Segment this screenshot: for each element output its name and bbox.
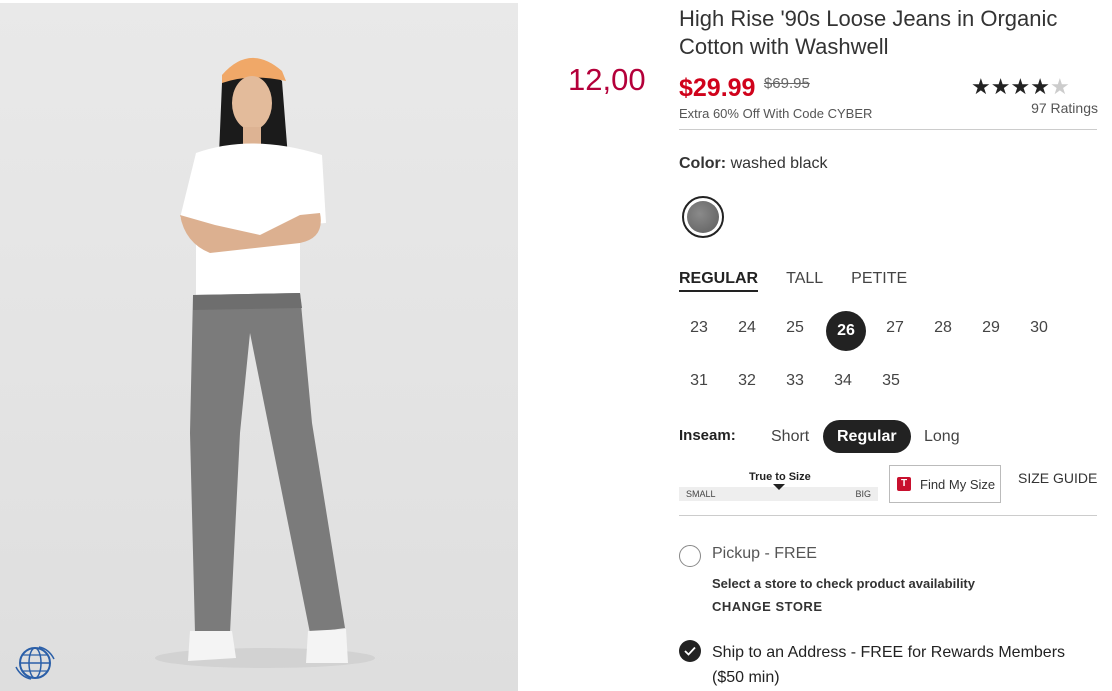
- pickup-radio[interactable]: [679, 545, 701, 567]
- product-title: High Rise '90s Loose Jeans in Organic Co…: [679, 6, 1058, 59]
- size-option[interactable]: 28: [923, 308, 963, 348]
- divider: [679, 129, 1097, 130]
- fit-scale-label: True to Size: [749, 471, 811, 483]
- size-option[interactable]: 35: [871, 361, 911, 401]
- promo-text: Extra 60% Off With Code CYBER: [679, 106, 873, 121]
- tab-regular[interactable]: REGULAR: [679, 270, 759, 292]
- size-option[interactable]: 27: [875, 308, 915, 348]
- color-swatch-washed-black[interactable]: [682, 196, 724, 238]
- star-icon: ★: [1010, 74, 1031, 99]
- sale-price: $29.99: [679, 74, 756, 102]
- fit-scale-min: SMALL: [686, 489, 716, 499]
- globe-icon[interactable]: [13, 643, 57, 683]
- pickup-label[interactable]: Pickup - FREE: [712, 545, 817, 563]
- star-icon: ★: [1030, 74, 1050, 99]
- star-icon: ★: [990, 74, 1011, 99]
- model-illustration: [155, 57, 375, 668]
- price-row: $29.99 $69.95: [679, 74, 810, 103]
- color-label-title: Color:: [679, 155, 727, 172]
- divider: [679, 515, 1097, 516]
- inseam-regular[interactable]: Regular: [823, 420, 911, 453]
- size-option[interactable]: 25: [775, 308, 815, 348]
- change-store-link[interactable]: CHANGE STORE: [712, 599, 823, 614]
- star-empty-icon: ★: [1049, 74, 1070, 99]
- size-option[interactable]: 29: [971, 308, 1011, 348]
- checkmark-icon: [684, 646, 696, 656]
- size-option-selected[interactable]: 26: [826, 311, 866, 351]
- tab-tall[interactable]: TALL: [786, 270, 823, 292]
- star-icon: ★: [971, 74, 991, 99]
- inseam-long[interactable]: Long: [924, 420, 960, 453]
- color-label: Color: washed black: [679, 155, 828, 173]
- true-fit-logo-icon: T: [897, 477, 911, 491]
- original-price: $69.95: [763, 75, 810, 92]
- inseam-short[interactable]: Short: [771, 420, 809, 453]
- inseam-label: Inseam:: [679, 427, 736, 444]
- size-option[interactable]: 33: [775, 361, 815, 401]
- ship-radio[interactable]: [679, 640, 701, 662]
- size-option[interactable]: 32: [727, 361, 767, 401]
- tab-petite[interactable]: PETITE: [851, 270, 907, 292]
- size-option[interactable]: 31: [679, 361, 719, 401]
- size-option[interactable]: 23: [679, 308, 719, 348]
- ratings-count[interactable]: 97 Ratings: [1031, 100, 1098, 116]
- ship-label[interactable]: Ship to an Address - FREE for Rewards Me…: [712, 640, 1072, 690]
- find-my-size-label: Find My Size: [920, 476, 996, 492]
- pickup-subtext: Select a store to check product availabi…: [712, 576, 975, 591]
- fit-indicator-icon: [773, 484, 785, 490]
- aside-price: 12,00: [568, 62, 646, 97]
- fit-tabs: REGULAR TALL PETITE: [679, 270, 907, 292]
- fit-scale-max: BIG: [855, 489, 871, 499]
- color-value: washed black: [730, 155, 828, 172]
- size-option[interactable]: 24: [727, 308, 767, 348]
- star-rating[interactable]: ★★★★★: [971, 74, 1070, 100]
- size-option[interactable]: 30: [1019, 308, 1059, 348]
- size-guide-link[interactable]: SIZE GUIDE: [1018, 470, 1097, 486]
- fit-scale: True to Size SMALL BIG: [679, 468, 878, 504]
- product-image[interactable]: [0, 3, 518, 691]
- size-option[interactable]: 34: [823, 361, 863, 401]
- find-my-size-button[interactable]: T Find My Size: [889, 465, 1001, 503]
